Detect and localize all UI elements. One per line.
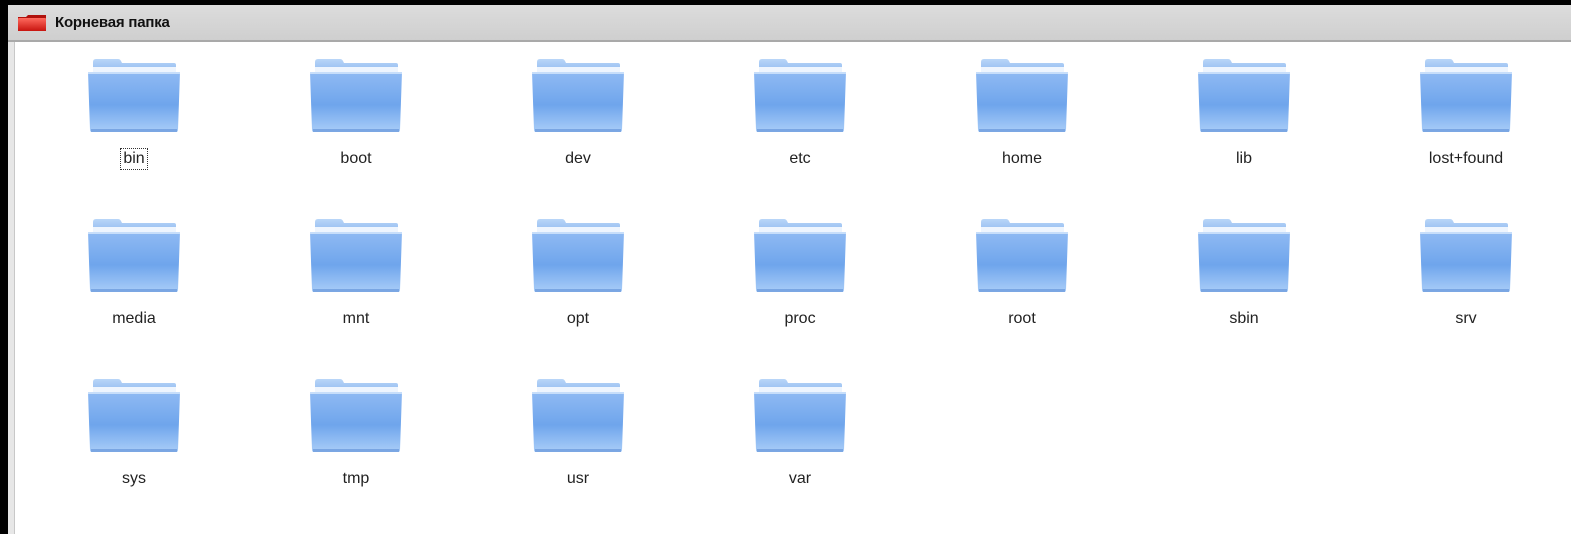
folder-item-home[interactable]: home <box>922 42 1122 182</box>
folder-icon <box>308 218 404 294</box>
folder-icon <box>1196 58 1292 134</box>
icon-grid: bin boot dev etc home lib lost+found med… <box>14 42 1571 534</box>
folder-item-root[interactable]: root <box>922 202 1122 342</box>
red-folder-icon <box>17 14 47 32</box>
folder-label: srv <box>1455 310 1477 327</box>
folder-icon <box>752 58 848 134</box>
folder-icon <box>308 378 404 454</box>
folder-label: boot <box>340 150 372 167</box>
folder-item-var[interactable]: var <box>700 362 900 502</box>
folder-item-proc[interactable]: proc <box>700 202 900 342</box>
folder-item-tmp[interactable]: tmp <box>256 362 456 502</box>
folder-item-dev[interactable]: dev <box>478 42 678 182</box>
folder-item-opt[interactable]: opt <box>478 202 678 342</box>
folder-item-lost-found[interactable]: lost+found <box>1366 42 1566 182</box>
folder-item-bin[interactable]: bin <box>34 42 234 182</box>
folder-icon <box>530 218 626 294</box>
folder-item-etc[interactable]: etc <box>700 42 900 182</box>
folder-item-lib[interactable]: lib <box>1144 42 1344 182</box>
folder-icon <box>86 378 182 454</box>
folder-item-srv[interactable]: srv <box>1366 202 1566 342</box>
folder-label: etc <box>789 150 811 167</box>
folder-item-usr[interactable]: usr <box>478 362 678 502</box>
folder-label: home <box>1001 150 1043 167</box>
folder-label: usr <box>566 470 590 487</box>
folder-label: lib <box>1235 150 1252 167</box>
folder-icon <box>1418 58 1514 134</box>
folder-label: lost+found <box>1428 150 1504 167</box>
folder-icon <box>86 58 182 134</box>
folder-label: root <box>1008 310 1036 327</box>
folder-icon <box>1418 218 1514 294</box>
folder-icon <box>752 218 848 294</box>
folder-icon <box>308 58 404 134</box>
window-title: Корневая папка <box>55 14 170 31</box>
folder-label: media <box>112 310 156 327</box>
folder-icon <box>1196 218 1292 294</box>
folder-label: mnt <box>342 310 370 327</box>
folder-item-boot[interactable]: boot <box>256 42 456 182</box>
folder-icon <box>530 58 626 134</box>
folder-label: opt <box>566 310 590 327</box>
folder-icon <box>752 378 848 454</box>
folder-label: proc <box>784 310 816 327</box>
folder-icon <box>530 378 626 454</box>
folder-item-mnt[interactable]: mnt <box>256 202 456 342</box>
folder-icon <box>86 218 182 294</box>
folder-icon <box>974 218 1070 294</box>
folder-item-media[interactable]: media <box>34 202 234 342</box>
folder-label: dev <box>565 150 591 167</box>
folder-label: var <box>788 470 812 487</box>
folder-label: sys <box>122 470 146 487</box>
folder-label: bin <box>120 148 148 170</box>
folder-label: tmp <box>342 470 370 487</box>
folder-label: sbin <box>1229 310 1259 327</box>
folder-icon <box>974 58 1070 134</box>
folder-view[interactable]: bin boot dev etc home lib lost+found med… <box>8 42 1571 534</box>
folder-item-sys[interactable]: sys <box>34 362 234 502</box>
title-bar[interactable]: Корневая папка <box>8 5 1571 42</box>
file-manager-window: Корневая папка bin boot dev etc home lib… <box>8 5 1571 534</box>
folder-item-sbin[interactable]: sbin <box>1144 202 1344 342</box>
